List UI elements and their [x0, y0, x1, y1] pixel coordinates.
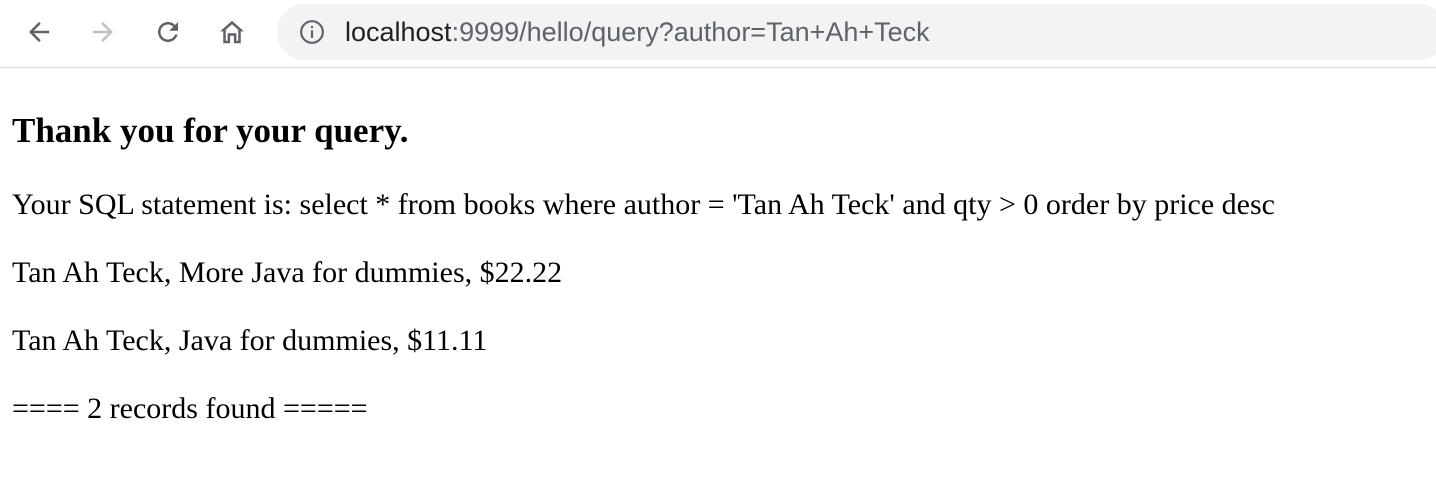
back-button[interactable]: [21, 14, 57, 50]
arrow-right-icon: [93, 22, 113, 42]
reload-button[interactable]: [150, 14, 186, 50]
record-item: Tan Ah Teck, More Java for dummies, $22.…: [12, 256, 563, 289]
record-item: Tan Ah Teck, Java for dummies, $11.11: [12, 324, 488, 357]
info-icon[interactable]: [299, 19, 325, 45]
url-text[interactable]: localhost:9999/hello/query?author=Tan+Ah…: [345, 15, 930, 49]
records-summary: ==== 2 records found =====: [12, 392, 368, 425]
page-heading: Thank you for your query.: [12, 111, 409, 150]
sql-statement: Your SQL statement is: select * from boo…: [12, 188, 1275, 221]
address-bar[interactable]: localhost:9999/hello/query?author=Tan+Ah…: [277, 4, 1436, 60]
forward-button[interactable]: [85, 14, 121, 50]
arrow-left-icon: [29, 22, 49, 42]
url-host: localhost: [345, 17, 452, 47]
home-button[interactable]: [214, 14, 250, 50]
url-path: :9999/hello/query?author=Tan+Ah+Teck: [451, 17, 930, 47]
browser-toolbar: localhost:9999/hello/query?author=Tan+Ah…: [0, 0, 1436, 68]
home-icon: [220, 20, 244, 44]
reload-icon: [158, 22, 178, 42]
